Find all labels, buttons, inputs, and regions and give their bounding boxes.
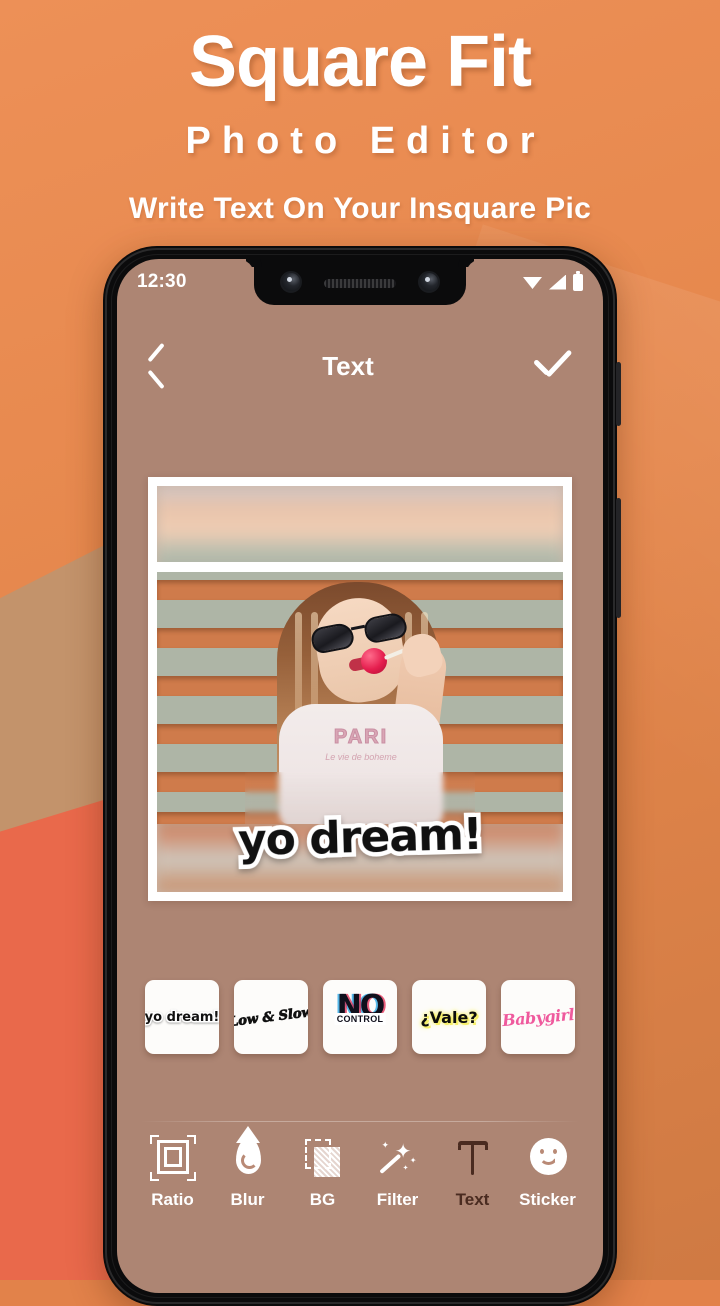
sticker-option-no-control[interactable]: NO CONTROL: [323, 980, 397, 1054]
tool-label: Blur: [230, 1190, 265, 1209]
volume-button[interactable]: [616, 362, 621, 426]
sticker-label: Low & Slow: [234, 1004, 308, 1030]
tool-blur[interactable]: Blur: [213, 1135, 283, 1210]
tshirt-subtext: Le vie de boheme: [325, 752, 397, 762]
promo-header: Square Fit Photo Editor Write Text On Yo…: [0, 0, 720, 224]
battery-icon: [573, 270, 583, 291]
promo-title: Square Fit: [188, 22, 532, 102]
sticker-option-low-and-slow[interactable]: Low & Slow: [234, 980, 308, 1054]
photo-canvas[interactable]: PARI Le vie de boheme yo dream!: [157, 486, 563, 892]
toolbar-divider: [141, 1121, 579, 1122]
blurred-fill-top: [157, 486, 563, 572]
sticker-label-group: NO CONTROL: [329, 989, 391, 1043]
tshirt-text: PARI: [333, 726, 389, 749]
sticker-option-babygirl[interactable]: Babygirl: [501, 980, 575, 1054]
tool-label: Text: [455, 1190, 490, 1209]
promo-subtitle: Photo Editor: [185, 120, 546, 162]
phone-screen: 12:30 Text PARI Le vie de boheme yo drea…: [117, 259, 603, 1293]
check-icon[interactable]: [531, 349, 575, 383]
photo-canvas-frame[interactable]: PARI Le vie de boheme yo dream!: [148, 477, 572, 901]
tool-label: Sticker: [519, 1190, 576, 1209]
tool-label: BG: [309, 1190, 336, 1209]
sticker-label: yo dream!: [145, 1008, 219, 1026]
earpiece-speaker-icon: [324, 279, 396, 288]
tool-text[interactable]: Text: [438, 1135, 508, 1210]
tool-sticker[interactable]: Sticker: [513, 1135, 583, 1210]
magic-wand-icon: ✦ ✦ ✦ ✦: [375, 1135, 421, 1181]
phone-mockup: 12:30 Text PARI Le vie de boheme yo drea…: [103, 246, 621, 1306]
front-camera-right-icon: [418, 271, 440, 293]
tool-bg[interactable]: BG: [288, 1135, 358, 1210]
white-band-top: [157, 562, 563, 572]
app-bar: Text: [117, 337, 603, 395]
tool-label: Ratio: [151, 1190, 194, 1209]
user-photo: PARI Le vie de boheme: [157, 572, 563, 824]
background-icon: [300, 1135, 346, 1181]
sticker-option-yo-dream[interactable]: yo dream!: [145, 980, 219, 1054]
photo-subject: PARI Le vie de boheme: [245, 572, 475, 824]
smiley-icon: [525, 1135, 571, 1181]
sticker-label: Babygirl: [501, 1004, 575, 1030]
text-t-icon: [450, 1135, 496, 1181]
front-camera-left-icon: [280, 271, 302, 293]
tool-filter[interactable]: ✦ ✦ ✦ ✦ Filter: [363, 1135, 433, 1210]
chevron-left-icon[interactable]: [145, 348, 165, 384]
ratio-icon: [149, 1135, 196, 1181]
power-button[interactable]: [616, 498, 621, 618]
signal-icon: [549, 274, 566, 290]
sticker-picker-row[interactable]: yo dream! Low & Slow NO CONTROL ¿Vale? B…: [117, 969, 603, 1065]
tool-label: Filter: [376, 1190, 419, 1209]
sticker-label: ¿Vale?: [420, 1007, 478, 1027]
wifi-icon: [523, 276, 542, 289]
lollipop: [361, 648, 387, 674]
status-icons: [523, 270, 583, 291]
phone-notch: [254, 259, 466, 305]
sticker-option-vale[interactable]: ¿Vale?: [412, 980, 486, 1054]
page-title: Text: [322, 350, 374, 381]
applied-text-sticker[interactable]: yo dream!: [223, 804, 496, 873]
status-clock: 12:30: [137, 271, 187, 292]
promo-tagline: Write Text On Your Insquare Pic: [128, 192, 592, 225]
tool-ratio[interactable]: Ratio: [138, 1135, 208, 1210]
bottom-toolbar: Ratio Blur BG ✦ ✦ ✦ ✦ Filter Text Sticke…: [117, 1135, 603, 1239]
blur-drop-icon: [225, 1135, 271, 1181]
sticker-sublabel: CONTROL: [334, 1013, 386, 1025]
